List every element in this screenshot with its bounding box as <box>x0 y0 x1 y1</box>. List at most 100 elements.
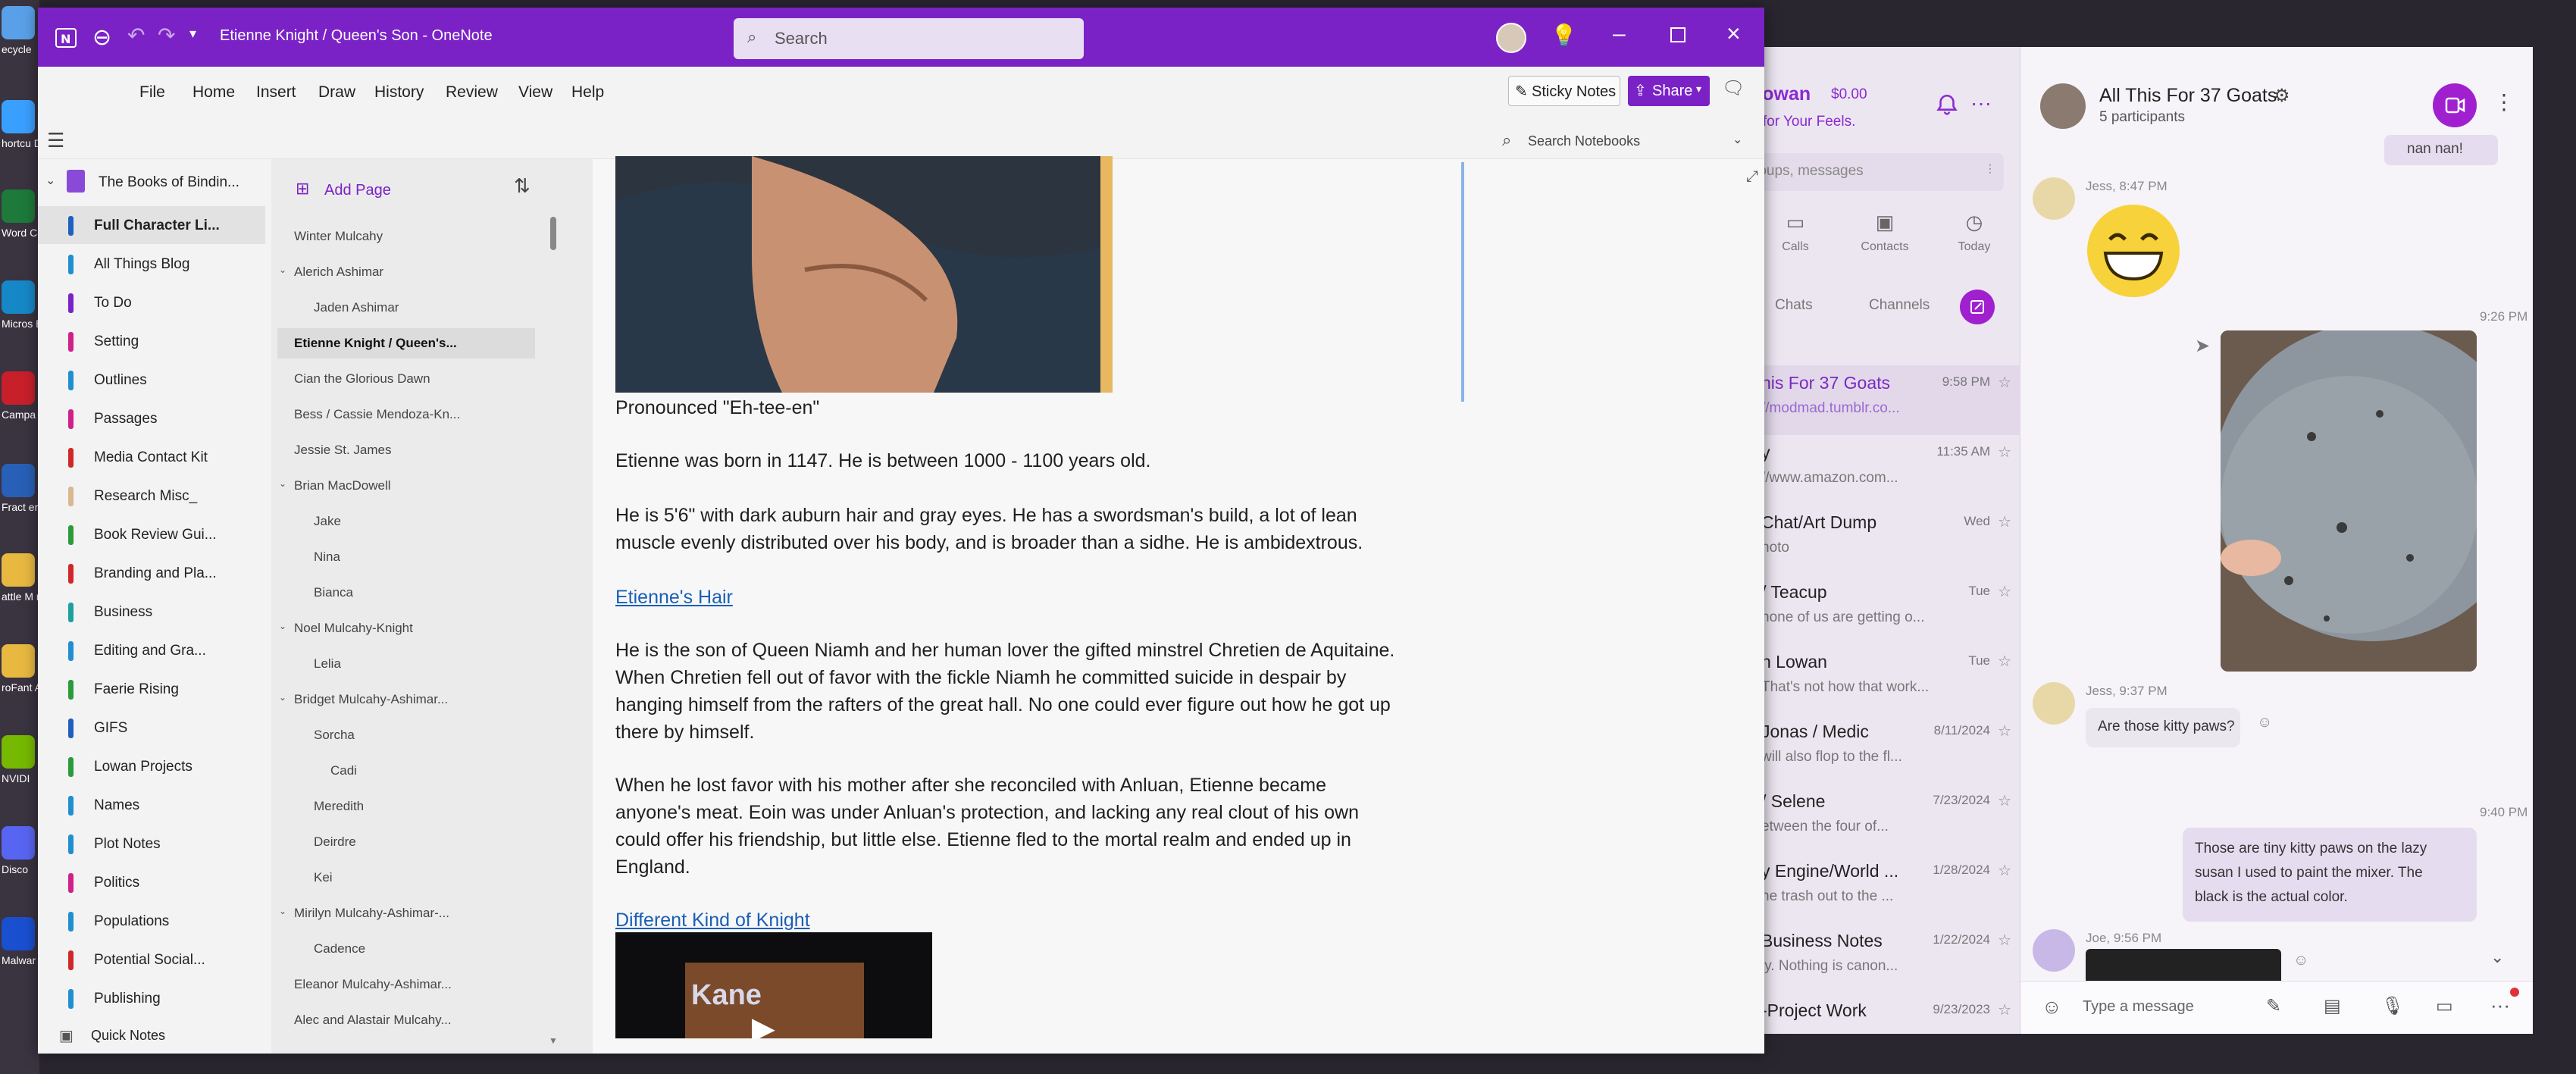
page-item[interactable]: Meredith <box>277 791 535 822</box>
star-icon[interactable]: ☆ <box>1998 931 2011 950</box>
star-icon[interactable]: ☆ <box>1998 443 2011 462</box>
notebook-selector[interactable]: ⌄ The Books of Bindin... <box>38 165 265 199</box>
chat-list-item[interactable]: Business Notes ly. Nothing is canon... 1/2… <box>1751 923 2020 993</box>
page-item[interactable]: ⌄ Noel Mulcahy-Knight <box>277 613 535 643</box>
page-item[interactable]: Eleanor Mulcahy-Ashimar... <box>277 969 535 1000</box>
chat-list-item[interactable]: his For 37 Goats //modmad.tumblr.co... 9:5… <box>1751 365 2020 435</box>
chevron-down-icon[interactable]: ⌄ <box>279 265 290 275</box>
menu-home[interactable]: Home <box>192 83 235 102</box>
page-item[interactable]: Deirdre <box>277 827 535 857</box>
add-page-button[interactable]: ⊞ Add Page <box>296 176 432 205</box>
chat-list-item[interactable]: -Project Work 9/23/2023 ☆ <box>1751 993 2020 1063</box>
composer-more-icon[interactable]: ··· <box>2490 994 2510 1017</box>
tab-chats[interactable]: Chats <box>1775 297 1813 314</box>
desktop-shortcut[interactable]: Fract errains <box>2 464 38 514</box>
section-item[interactable]: Names <box>38 786 265 824</box>
section-item[interactable]: Lowan Projects <box>38 747 265 785</box>
back-icon[interactable]: ⊖ <box>92 24 111 51</box>
format-icon[interactable]: ✎ <box>2266 995 2281 1017</box>
play-icon[interactable]: ▶ <box>752 1011 775 1038</box>
page-item[interactable]: Jessie St. James <box>277 435 535 465</box>
shared-photo[interactable] <box>2221 330 2477 672</box>
sticky-notes-button[interactable]: ✎ Sticky Notes <box>1508 76 1620 106</box>
send-arrow-icon[interactable]: ➤ <box>2195 335 2210 357</box>
menu-draw[interactable]: Draw <box>318 83 355 102</box>
page-item[interactable]: Jake <box>277 506 535 537</box>
desktop-shortcut[interactable]: roFant Artwo <box>2 644 38 694</box>
chat-list-item[interactable]: Jonas / Medic will also flop to the fl...… <box>1751 714 2020 784</box>
nav-contacts[interactable]: ▣ Contacts <box>1843 206 1927 274</box>
nav-today[interactable]: ◷ Today <box>1933 206 2016 274</box>
section-item[interactable]: Full Character Li... <box>38 206 265 244</box>
page-item[interactable]: Kei <box>277 863 535 893</box>
hamburger-menu-icon[interactable]: ☰ <box>47 129 64 152</box>
page-item[interactable]: Cian the Glorious Dawn <box>277 364 535 394</box>
section-item[interactable]: Publishing <box>38 979 265 1017</box>
chat-search-input[interactable]: roups, messages ⫶ <box>1751 153 2004 191</box>
react-emoji-icon[interactable]: ☺ <box>2257 714 2272 731</box>
menu-help[interactable]: Help <box>571 83 604 102</box>
comments-icon[interactable]: 🗨 <box>1722 77 1745 99</box>
participants-count[interactable]: 5 participants <box>2099 109 2185 126</box>
menu-insert[interactable]: Insert <box>256 83 296 102</box>
page-item[interactable]: Winter Mulcahy <box>277 221 535 252</box>
undo-icon[interactable]: ↶ <box>127 23 145 48</box>
chat-list-item[interactable]: n Lowan That's not how that work... Tue ☆ <box>1751 644 2020 714</box>
filter-icon[interactable]: ⫶ <box>1989 162 1992 178</box>
share-button[interactable]: ⇪ Share ▾ <box>1628 76 1710 106</box>
page-item[interactable]: ⌄ Mirilyn Mulcahy-Ashimar-... <box>277 898 535 928</box>
more-options-icon[interactable]: ··· <box>1970 91 1992 115</box>
settings-gear-icon[interactable]: ⚙ <box>2274 85 2290 107</box>
chat-list-item[interactable]: / Selene etween the four of... 7/23/2024 ☆ <box>1751 784 2020 853</box>
chat-list-item[interactable]: / Teacup none of us are getting o... Tue ☆ <box>1751 575 2020 644</box>
star-icon[interactable]: ☆ <box>1998 861 2011 880</box>
react-emoji-icon[interactable]: ☺ <box>2293 952 2308 969</box>
redo-icon[interactable]: ↷ <box>158 23 175 48</box>
desktop-shortcut[interactable]: Campa Cartog <box>2 371 38 421</box>
section-item[interactable]: GIFS <box>38 709 265 747</box>
star-icon[interactable]: ☆ <box>1998 1000 2011 1019</box>
section-item[interactable]: Outlines <box>38 361 265 399</box>
message-input[interactable]: Type a message <box>2083 998 2194 1016</box>
chat-list-item[interactable]: Chat/Art Dump hoto Wed ☆ <box>1751 505 2020 575</box>
search-input[interactable]: ⌕ Search <box>734 18 1084 59</box>
section-item[interactable]: Potential Social... <box>38 941 265 978</box>
gif-icon[interactable]: ▭ <box>2436 995 2453 1017</box>
section-item[interactable]: Book Review Gui... <box>38 515 265 553</box>
desktop-shortcut[interactable]: Disco <box>2 826 38 876</box>
star-icon[interactable]: ☆ <box>1998 791 2011 810</box>
page-item[interactable]: Cadence <box>277 934 535 964</box>
desktop-shortcut[interactable]: ecycle <box>2 6 38 56</box>
minimize-icon[interactable]: – <box>1613 21 1626 47</box>
desktop-shortcut[interactable]: Malwar <box>2 917 38 967</box>
star-icon[interactable]: ☆ <box>1998 722 2011 741</box>
section-item[interactable]: Setting <box>38 322 265 360</box>
avatar-jess[interactable] <box>2033 682 2075 725</box>
embedded-video[interactable]: Kane ▶ <box>615 932 932 1038</box>
page-item[interactable]: Bianca <box>277 578 535 608</box>
star-icon[interactable]: ☆ <box>1998 512 2011 531</box>
page-item[interactable]: ⌄ Brian MacDowell <box>277 471 535 501</box>
section-item[interactable]: Plot Notes <box>38 825 265 863</box>
quick-access-dropdown-icon[interactable]: ▾ <box>189 26 196 42</box>
lightbulb-icon[interactable]: 💡 <box>1551 23 1577 48</box>
section-item[interactable]: Business <box>38 593 265 631</box>
section-item[interactable]: All Things Blog <box>38 245 265 283</box>
quick-notes-item[interactable]: ▣ Quick Notes <box>38 1016 271 1054</box>
nav-calls[interactable]: ▭ Calls <box>1754 206 1837 274</box>
pages-scrollbar[interactable] <box>550 217 556 250</box>
section-item[interactable]: Research Misc_ <box>38 477 265 515</box>
section-item[interactable]: To Do <box>38 283 265 321</box>
desktop-shortcut[interactable]: Word Count <box>2 189 38 240</box>
section-item[interactable]: Politics <box>38 863 265 901</box>
menu-view[interactable]: View <box>518 83 552 102</box>
menu-file[interactable]: File <box>139 83 165 102</box>
video-call-button[interactable] <box>2433 83 2477 127</box>
account-avatar[interactable] <box>1496 23 1526 53</box>
section-item[interactable]: Media Contact Kit <box>38 438 265 476</box>
different-kind-of-knight-link[interactable]: Different Kind of Knight <box>615 906 810 934</box>
group-avatar[interactable] <box>2040 83 2086 129</box>
avatar-jess[interactable] <box>2033 177 2075 220</box>
microphone-icon[interactable]: 🎙 <box>2381 995 2404 1017</box>
bell-icon[interactable] <box>1934 92 1960 118</box>
